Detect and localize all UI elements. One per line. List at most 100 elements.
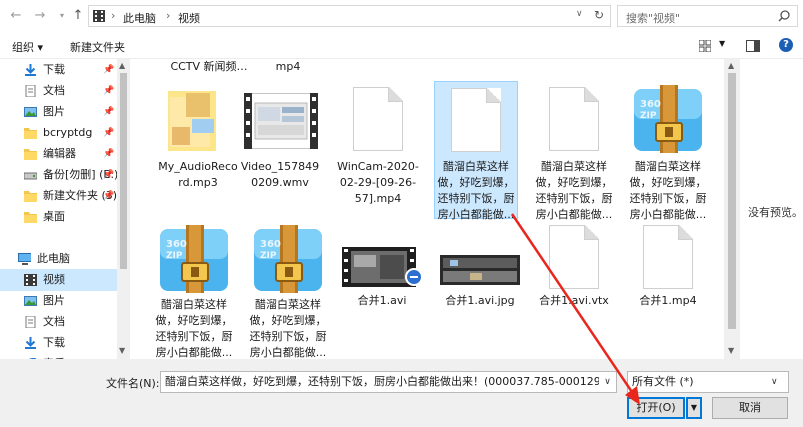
video-folder-icon	[93, 10, 105, 22]
nav-item-documents-2[interactable]: 文档	[0, 311, 117, 333]
breadcrumb-chevron-icon: ›	[111, 9, 116, 22]
documents-icon	[25, 316, 36, 328]
scroll-down-arrow-icon[interactable]: ▼	[119, 346, 125, 355]
command-bar: 组织 ▾ 新建文件夹 ▼ ?	[0, 33, 803, 59]
360zip-archive-icon: 360 ZIP	[634, 85, 702, 153]
breadcrumb-videos[interactable]: 视频	[178, 10, 200, 26]
search-input[interactable]: 搜索"视频"	[626, 10, 680, 26]
video-thumbnail-icon	[342, 247, 422, 287]
video-thumbnail-icon	[244, 93, 318, 149]
help-icon[interactable]: ?	[779, 38, 793, 52]
nav-item-editor[interactable]: 编辑器 📌	[0, 143, 117, 165]
preview-pane: 没有预览。	[740, 59, 803, 359]
nav-item-desktop[interactable]: 桌面	[0, 206, 117, 228]
nav-item-downloads[interactable]: 下载 📌	[0, 59, 117, 81]
nav-item-backup-drive[interactable]: 备份[勿删] (E:) 📌	[0, 164, 117, 186]
image-thumbnail-icon	[440, 255, 520, 285]
recent-locations-chevron-icon[interactable]: ▾	[54, 8, 70, 24]
breadcrumb-this-pc[interactable]: 此电脑	[123, 10, 156, 26]
blank-file-icon	[549, 87, 599, 151]
file-tile-selected[interactable]: 醋溜白菜这样 做，好吃到爆， 还特别下饭，厨 房小白都能做...	[434, 81, 518, 221]
filename-dropdown-icon[interactable]: ∨	[599, 372, 616, 392]
pin-icon: 📌	[103, 191, 115, 201]
pin-icon: 📌	[103, 65, 115, 75]
file-dialog-footer: 文件名(N): 醋溜白菜这样做，好吃到爆，还特别下饭，厨房小白都能做出来！(00…	[0, 359, 803, 427]
content-scroll-thumb[interactable]	[728, 73, 736, 329]
nav-scroll-thumb[interactable]	[120, 73, 127, 269]
view-options-icon[interactable]	[699, 40, 711, 52]
back-arrow-icon[interactable]: ←	[8, 8, 24, 24]
nav-item-downloads-2[interactable]: 下载	[0, 332, 117, 354]
nav-item-documents[interactable]: 文档 📌	[0, 80, 117, 102]
open-button[interactable]: 打开(O)	[627, 397, 685, 419]
scroll-up-arrow-icon[interactable]: ▲	[119, 61, 125, 70]
video-folder-icon	[24, 274, 37, 286]
svg-text:360: 360	[166, 239, 187, 250]
file-tile-video-wmv[interactable]: Video_157849 0209.wmv	[238, 83, 322, 203]
scroll-down-arrow-icon[interactable]: ▼	[728, 346, 734, 355]
nav-item-new-folder-3[interactable]: 新建文件夹 (3) 📌	[0, 185, 117, 207]
nav-item-bcryptdg[interactable]: bcryptdg 📌	[0, 122, 117, 144]
partial-file-label[interactable]: mp4	[238, 59, 338, 75]
svg-text:ZIP: ZIP	[260, 251, 277, 261]
360zip-archive-icon: 360 ZIP	[160, 225, 228, 293]
address-row: ← → ▾ ↑ › 此电脑 › 视频 ∨ ↻ 搜索"视频"	[0, 0, 803, 33]
file-tile-wincam-mp4[interactable]: WinCam-2020- 02-29-[09-26- 57].mp4	[336, 83, 420, 205]
chevron-down-icon: ∨	[771, 377, 778, 387]
folder-icon	[24, 212, 37, 223]
folder-icon	[24, 128, 37, 139]
open-dropdown-arrow-icon[interactable]: ▼	[686, 397, 702, 419]
folder-icon	[24, 191, 37, 202]
blank-file-icon	[353, 87, 403, 151]
breadcrumb-chevron-icon: ›	[166, 9, 171, 22]
file-tile-zip[interactable]: 360 ZIP 醋溜白菜这样 做，好吃到爆， 还特别下饭，厨 房小白都能做...	[152, 225, 236, 359]
filename-input[interactable]: 醋溜白菜这样做，好吃到爆，还特别下饭，厨房小白都能做出来！(000037.785…	[160, 371, 617, 393]
blank-file-icon	[643, 225, 693, 289]
download-icon	[25, 64, 36, 76]
pin-icon: 📌	[103, 149, 115, 159]
new-folder-button[interactable]: 新建文件夹	[70, 39, 125, 55]
file-tile-audio[interactable]: My_AudioReco rd.mp3	[156, 83, 240, 203]
file-tile-doc[interactable]: 醋溜白菜这样 做，好吃到爆， 还特别下饭，厨 房小白都能做...	[532, 83, 616, 221]
content-scrollbar[interactable]: ▲ ▼	[724, 59, 740, 359]
navigation-pane: 下载 📌 文档 📌 图片 📌 bcryptdg 📌 编辑器 📌 备份[勿删] (…	[0, 59, 117, 359]
nav-item-pictures[interactable]: 图片 📌	[0, 101, 117, 123]
svg-text:ZIP: ZIP	[166, 251, 183, 261]
organize-menu[interactable]: 组织 ▾	[12, 39, 43, 55]
drive-icon	[24, 172, 37, 180]
download-icon	[25, 337, 36, 349]
nav-scrollbar[interactable]: ▲ ▼	[117, 59, 130, 359]
nav-item-pictures-2[interactable]: 图片	[0, 290, 117, 312]
pin-icon: 📌	[103, 107, 115, 117]
preview-pane-icon[interactable]	[746, 40, 760, 52]
scroll-up-arrow-icon[interactable]: ▲	[728, 61, 734, 70]
refresh-icon[interactable]: ↻	[594, 8, 604, 22]
file-tile-zip[interactable]: 360 ZIP 醋溜白菜这样 做，好吃到爆， 还特别下饭，厨 房小白都能做...	[246, 225, 330, 359]
filetype-select[interactable]: 所有文件 (*) ∨	[627, 371, 789, 393]
360zip-archive-icon: 360 ZIP	[254, 225, 322, 293]
view-dropdown-chevron-icon[interactable]: ▼	[719, 39, 725, 48]
file-tile-vtx[interactable]: 合并1.avi.vtx	[532, 225, 616, 307]
file-tile-mp4[interactable]: 合并1.mp4	[626, 225, 710, 307]
file-tile-avi[interactable]: 合并1.avi	[340, 225, 424, 307]
file-list: CCTV 新闻频… mp4 My_AudioReco rd.mp3 Video_…	[130, 59, 724, 359]
forward-arrow-icon[interactable]: →	[32, 8, 48, 24]
file-tile-jpg[interactable]: 合并1.avi.jpg	[438, 225, 522, 307]
svg-text:ZIP: ZIP	[640, 111, 657, 121]
nav-item-this-pc[interactable]: 此电脑	[0, 248, 117, 270]
pictures-icon	[24, 107, 37, 117]
address-bar[interactable]: › 此电脑 › 视频 ∨ ↻	[88, 5, 611, 27]
svg-text:360: 360	[260, 239, 281, 250]
nav-item-videos[interactable]: 视频	[0, 269, 117, 291]
pin-icon: 📌	[103, 128, 115, 138]
computer-icon	[18, 253, 31, 265]
address-dropdown-icon[interactable]: ∨	[576, 9, 583, 19]
pin-icon: 📌	[103, 170, 115, 180]
folder-thumbnail-icon	[168, 91, 216, 151]
up-arrow-icon[interactable]: ↑	[70, 8, 86, 24]
file-tile-zip[interactable]: 360 ZIP 醋溜白菜这样 做，好吃到爆， 还特别下饭，厨 房小白都能做...	[626, 83, 710, 221]
cancel-button[interactable]: 取消	[712, 397, 788, 419]
pin-icon: 📌	[103, 86, 115, 96]
search-icon[interactable]	[778, 10, 790, 22]
search-box[interactable]: 搜索"视频"	[617, 5, 798, 27]
